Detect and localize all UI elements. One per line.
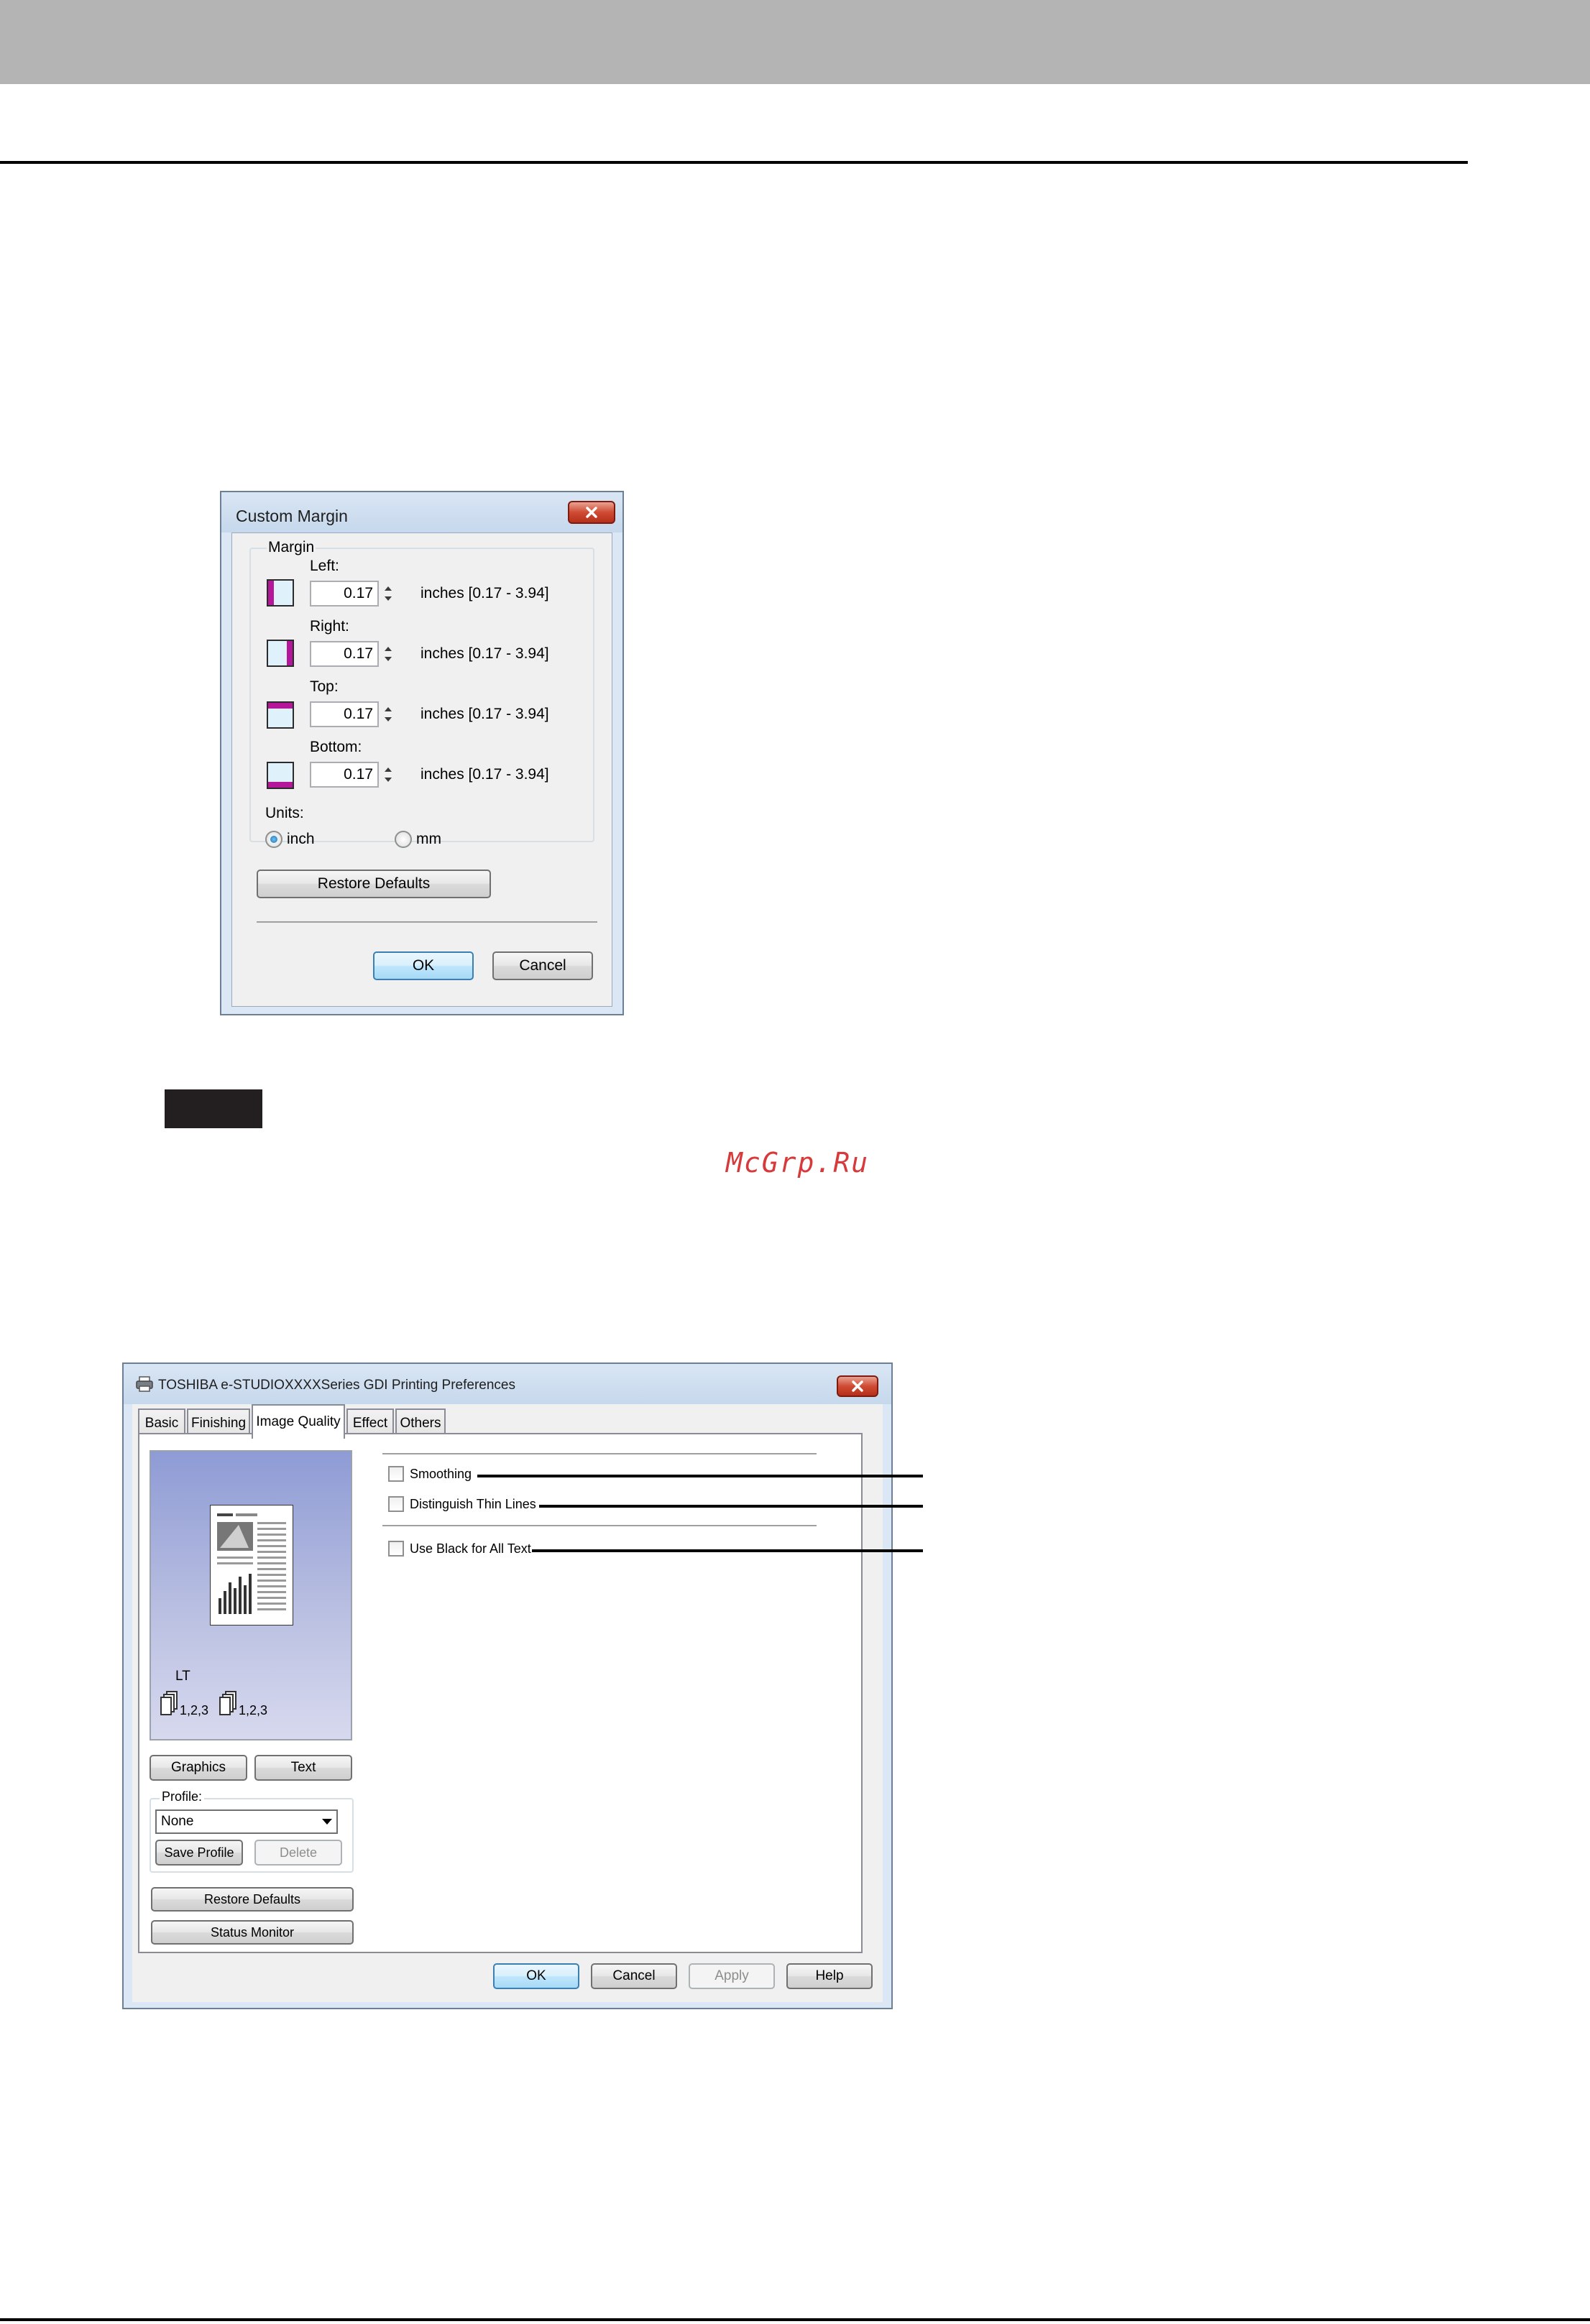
separator [257,921,597,923]
close-button[interactable] [837,1375,878,1397]
cancel-button[interactable]: Cancel [492,951,593,980]
restore-defaults-button[interactable]: Restore Defaults [151,1887,354,1912]
smoothing-label[interactable]: Smoothing [410,1467,472,1482]
top-label: Top: [310,678,339,695]
right-margin-input[interactable]: 0.17 [310,641,379,667]
left-range: inches [0.17 - 3.94] [421,585,549,601]
left-margin-input[interactable]: 0.17 [310,581,379,607]
distinguish-thin-lines-checkbox[interactable] [388,1496,404,1512]
page-thumbnail-icon [210,1505,293,1626]
unit-mm-label[interactable]: mm [416,831,441,848]
close-icon [852,1380,863,1392]
unit-inch-radio[interactable] [265,831,282,848]
cancel-button[interactable]: Cancel [591,1963,677,1989]
profile-label: Profile: [160,1789,205,1804]
dialog-title: TOSHIBA e-STUDIOXXXXSeries GDI Printing … [158,1378,515,1393]
bottom-margin-input[interactable]: 0.17 [310,762,379,788]
profile-select[interactable]: None [155,1809,338,1834]
spin-arrows-icon [385,586,392,601]
close-icon [586,507,597,518]
left-margin-spinner[interactable] [380,581,396,607]
margin-group-label: Margin [267,539,316,556]
right-margin-icon [265,638,295,668]
restore-defaults-button[interactable]: Restore Defaults [257,870,491,898]
paper-size-label: LT [175,1669,190,1684]
spin-arrows-icon [385,647,392,661]
ok-button[interactable]: OK [493,1963,579,1989]
image-quality-panel: LT 1,2,3 1,2,3 Graphics Text Profile: No… [138,1433,863,1953]
print-preview: LT 1,2,3 1,2,3 [150,1450,352,1740]
delete-profile-button[interactable]: Delete [254,1840,342,1866]
dialog-title-bar[interactable]: TOSHIBA e-STUDIOXXXXSeries GDI Printing … [124,1364,891,1404]
right-range: inches [0.17 - 3.94] [421,645,549,662]
collate-pages-icon [160,1691,178,1715]
header-rule [0,161,1468,164]
page-order-2: 1,2,3 [239,1703,268,1717]
status-monitor-button[interactable]: Status Monitor [151,1920,354,1945]
profile-value: None [161,1814,194,1829]
callout-line-smoothing [477,1475,923,1477]
bottom-margin-icon [265,760,295,790]
left-label: Left: [310,558,339,574]
top-margin-input[interactable]: 0.17 [310,701,379,727]
bottom-margin-spinner[interactable] [380,762,396,788]
dialog-title: Custom Margin [236,507,348,525]
top-margin-icon [265,700,295,730]
footer-rule [0,2318,1590,2321]
bottom-range: inches [0.17 - 3.94] [421,766,549,783]
unit-inch-label[interactable]: inch [287,831,315,848]
separator [382,1525,817,1526]
spin-arrows-icon [385,767,392,782]
chevron-down-icon [322,1819,332,1825]
text-button[interactable]: Text [254,1755,352,1781]
dialog-title-bar[interactable]: Custom Margin [221,492,622,532]
apply-button[interactable]: Apply [689,1963,775,1989]
watermark-text: McGrp.Ru [726,1147,870,1179]
right-margin-spinner[interactable] [380,641,396,667]
save-profile-button[interactable]: Save Profile [155,1840,243,1866]
callout-line-black-text [532,1549,923,1552]
distinguish-thin-lines-label[interactable]: Distinguish Thin Lines [410,1497,536,1512]
tab-image-quality[interactable]: Image Quality [252,1404,345,1439]
top-range: inches [0.17 - 3.94] [421,706,549,722]
units-label: Units: [265,805,304,821]
separator [382,1453,817,1454]
printer-icon [136,1376,153,1392]
smoothing-checkbox[interactable] [388,1466,404,1482]
dialog-client: Margin Left: 0.17 inches [0.17 - 3.94] R… [231,532,612,1007]
page-order-1: 1,2,3 [180,1703,209,1717]
callout-line-thin-lines [539,1505,923,1508]
page-header-band [0,0,1590,84]
printing-preferences-dialog: TOSHIBA e-STUDIOXXXXSeries GDI Printing … [122,1362,893,2009]
use-black-for-all-text-checkbox[interactable] [388,1541,404,1557]
custom-margin-dialog: Custom Margin Margin Left: 0.17 inches [… [220,491,624,1015]
note-badge [165,1089,262,1128]
close-button[interactable] [568,501,615,524]
graphics-button[interactable]: Graphics [150,1755,247,1781]
spin-arrows-icon [385,707,392,721]
ok-button[interactable]: OK [373,951,474,980]
top-margin-spinner[interactable] [380,701,396,727]
left-margin-icon [265,578,295,608]
use-black-for-all-text-label[interactable]: Use Black for All Text [410,1541,531,1557]
bottom-label: Bottom: [310,739,362,755]
right-label: Right: [310,618,349,635]
unit-mm-radio[interactable] [395,831,412,848]
collate-pages-icon [219,1691,236,1715]
dialog-client: Basic Finishing Image Quality Effect Oth… [132,1404,883,2002]
help-button[interactable]: Help [786,1963,873,1989]
